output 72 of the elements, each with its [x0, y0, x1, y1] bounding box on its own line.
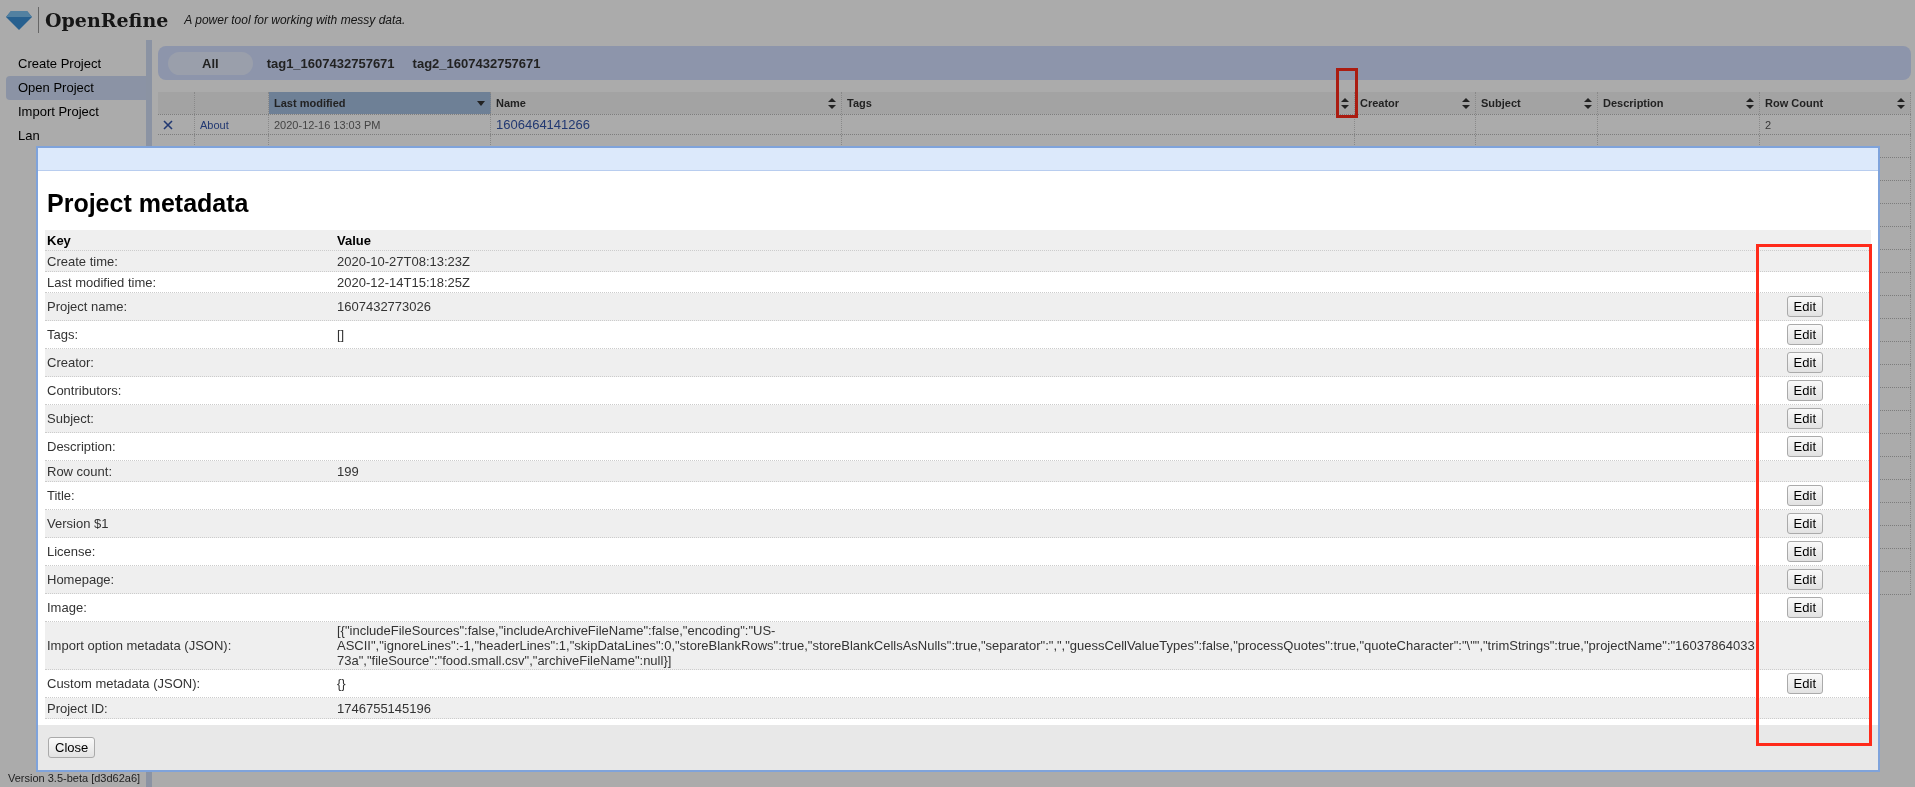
metadata-value: 1746755145196 — [337, 700, 431, 716]
metadata-value: [] — [337, 327, 345, 342]
sort-icon — [828, 97, 836, 109]
edit-button[interactable]: Edit — [1786, 597, 1823, 618]
metadata-key: Version $1 — [45, 516, 337, 531]
project-name-link[interactable]: 1606464141266 — [496, 117, 590, 132]
sidebar-item[interactable]: Lan — [6, 124, 146, 148]
metadata-key: Last modified time: — [45, 274, 337, 290]
metadata-value: [{"includeFileSources":false,"includeArchiveFileName":false,"encoding":"US-ASCII","ignoreLines":-1,"headerLines":1,"skipDataLines":0,"storeBlankRows":true,"storeBlankCellsAsNulls":true,"separator":",","guessCellValueTypes":false,"processQuotes":true,"quoteCharacter":"\"","trimStrings":true,"projectName":"1603786403373a","fileSource":"food.small.csv","archiveFileName":null}] — [337, 623, 1755, 668]
column-header[interactable]: Tags — [842, 92, 1355, 114]
metadata-key: Row count: — [45, 463, 337, 479]
metadata-key: Creator: — [45, 355, 337, 370]
column-header: Value — [337, 232, 372, 248]
metadata-key: Description: — [45, 439, 337, 454]
metadata-key: Custom metadata (JSON): — [45, 676, 337, 691]
column-header[interactable]: Name — [491, 92, 842, 114]
sort-icon — [1746, 97, 1754, 109]
edit-button[interactable]: Edit — [1786, 569, 1823, 590]
edit-button[interactable]: Edit — [1786, 485, 1823, 506]
metadata-value: 199 — [337, 463, 359, 479]
edit-button[interactable]: Edit — [1786, 296, 1823, 317]
sort-down-icon — [477, 100, 485, 106]
edit-button[interactable]: Edit — [1786, 352, 1823, 373]
metadata-key: Homepage: — [45, 572, 337, 587]
edit-button[interactable]: Edit — [1786, 513, 1823, 534]
sidebar-item[interactable]: Import Project — [6, 100, 146, 124]
about-link[interactable]: About — [200, 118, 229, 131]
metadata-key: Import option metadata (JSON): — [45, 638, 337, 653]
close-button[interactable]: Close — [48, 737, 96, 758]
dialog-title: Project metadata — [47, 189, 250, 218]
metadata-key: Image: — [45, 600, 337, 615]
metadata-key: License: — [45, 544, 337, 559]
sidebar-item[interactable]: Create Project — [6, 52, 146, 76]
metadata-key: Subject: — [45, 411, 337, 426]
column-header[interactable]: Description — [1598, 92, 1760, 114]
metadata-key: Contributors: — [45, 383, 337, 398]
app-name: OpenRefine — [45, 9, 169, 31]
metadata-key: Title: — [45, 488, 337, 503]
sort-icon — [1341, 97, 1349, 109]
metadata-value: 2020-10-27T08:13:23Z — [337, 253, 470, 269]
edit-button[interactable]: Edit — [1786, 408, 1823, 429]
metadata-value: 2020-12-14T15:18:25Z — [337, 274, 470, 290]
tagline: A power tool for working with messy data. — [184, 13, 406, 27]
table-cell: 2 — [1765, 118, 1772, 131]
metadata-value: 1607432773026 — [337, 299, 431, 314]
sort-icon — [1897, 97, 1905, 109]
metadata-key: Tags: — [45, 327, 337, 342]
edit-button[interactable]: Edit — [1786, 673, 1823, 694]
tag-filter[interactable]: tag1_1607432757671 — [262, 52, 399, 74]
edit-button[interactable]: Edit — [1786, 324, 1823, 345]
diamond-logo-icon — [6, 10, 32, 30]
sort-icon — [1462, 97, 1470, 109]
column-header[interactable]: Subject — [1476, 92, 1598, 114]
sort-icon — [1584, 97, 1592, 109]
edit-button[interactable]: Edit — [1786, 380, 1823, 401]
metadata-value: {} — [337, 676, 346, 691]
metadata-key: Project name: — [45, 299, 337, 314]
column-header[interactable]: Creator — [1355, 92, 1476, 114]
column-header[interactable]: Row Count — [1760, 92, 1911, 114]
column-header[interactable]: Last modified — [269, 92, 491, 114]
tag-filter[interactable]: All — [168, 51, 253, 75]
highlight-frame — [1336, 68, 1358, 118]
metadata-key: Project ID: — [45, 700, 337, 716]
edit-button[interactable]: Edit — [1786, 436, 1823, 457]
metadata-key: Create time: — [45, 253, 337, 269]
delete-icon[interactable] — [163, 119, 173, 130]
sidebar-item[interactable]: Open Project — [6, 76, 146, 100]
tag-filter[interactable]: tag2_1607432757671 — [408, 52, 545, 74]
version-label: Version 3.5-beta [d3d62a6] — [7, 772, 142, 786]
table-cell: 2020-12-16 13:03 PM — [274, 118, 381, 131]
column-header: Key — [46, 232, 72, 248]
edit-button[interactable]: Edit — [1786, 541, 1823, 562]
